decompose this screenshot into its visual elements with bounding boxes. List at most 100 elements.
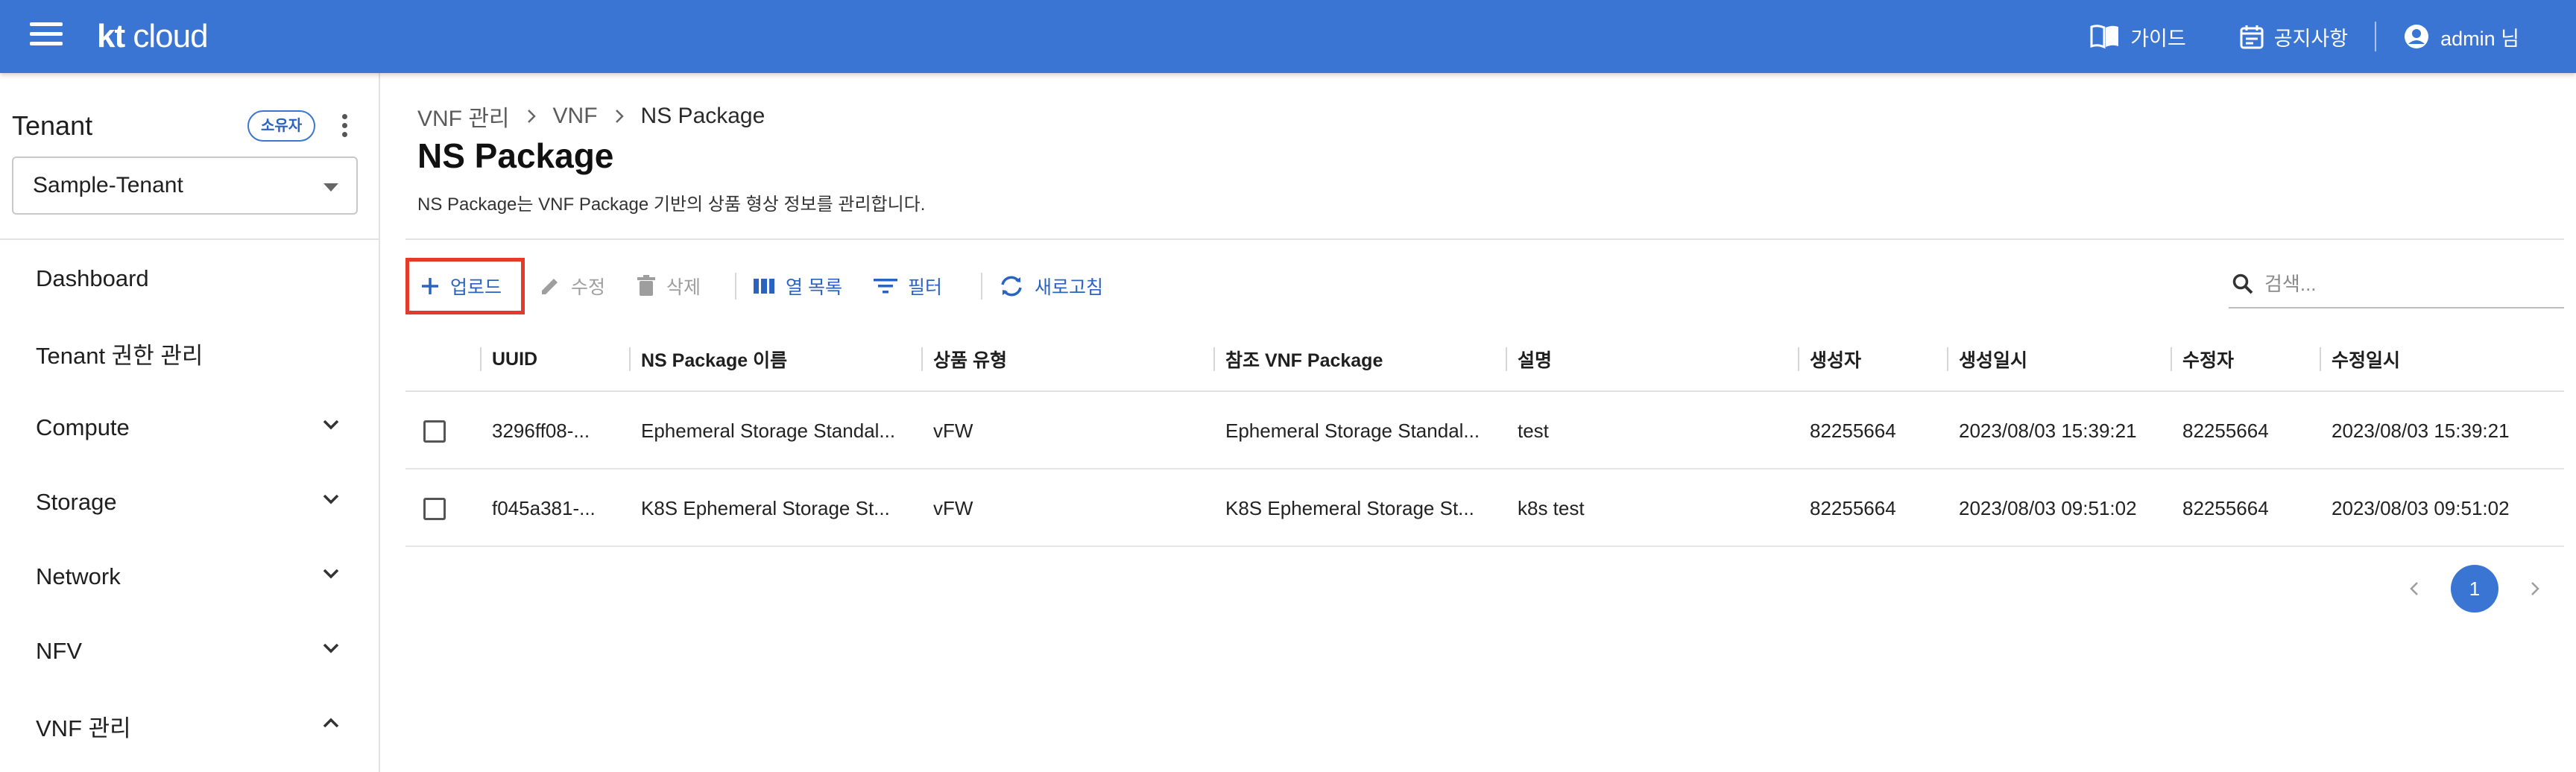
sidebar-item-dashboard[interactable]: Dashboard bbox=[0, 241, 379, 316]
dropdown-arrow-icon bbox=[323, 183, 338, 192]
user-menu[interactable]: admin 님 bbox=[2376, 22, 2546, 51]
guide-label: 가이드 bbox=[2130, 27, 2186, 50]
column-header-created-at[interactable]: 생성일시 bbox=[1947, 326, 2171, 392]
guide-link[interactable]: 가이드 bbox=[2063, 22, 2213, 51]
view-column-icon bbox=[754, 279, 774, 294]
tenant-header: Tenant 소유자 bbox=[12, 107, 362, 145]
prev-page-button[interactable] bbox=[2403, 578, 2425, 600]
pencil-icon bbox=[542, 279, 558, 294]
notice-label: 공지사항 bbox=[2273, 27, 2349, 50]
column-header-creator[interactable]: 생성자 bbox=[1798, 326, 1947, 392]
main-content: VNF 관리 VNF NS Package NS Package NS Pack… bbox=[382, 73, 2576, 772]
sidebar-item-label: Compute bbox=[36, 414, 130, 440]
toolbar-divider bbox=[981, 273, 982, 300]
cell-description: test bbox=[1518, 419, 1549, 442]
pagination: 1 bbox=[2403, 565, 2546, 613]
cell-product-type: vFW bbox=[933, 419, 973, 442]
sidebar-item-vnf-management[interactable]: VNF 관리 bbox=[0, 689, 379, 763]
sidebar-item-label: NFV bbox=[36, 638, 82, 664]
cell-created-at: 2023/08/03 09:51:02 bbox=[1959, 496, 2137, 519]
kt-cloud-logo[interactable]: kt cloud bbox=[97, 16, 209, 57]
columns-button[interactable]: 열 목록 bbox=[753, 258, 842, 314]
sidebar-item-label: Dashboard bbox=[36, 265, 149, 291]
filter-label: 필터 bbox=[908, 277, 943, 298]
sidebar-item-tenant-permission[interactable]: Tenant 권한 관리 bbox=[0, 316, 379, 390]
user-label: admin 님 bbox=[2440, 27, 2519, 50]
chevron-down-icon bbox=[323, 569, 339, 579]
sidebar-item-label: VNF 관리 bbox=[36, 715, 131, 741]
search-icon bbox=[2232, 273, 2253, 294]
logo-cloud: cloud bbox=[133, 18, 208, 54]
table-row[interactable]: 3296ff08-... Ephemeral Storage Standal..… bbox=[405, 392, 2564, 469]
cell-creator: 82255664 bbox=[1810, 419, 1896, 442]
cell-description: k8s test bbox=[1518, 496, 1585, 519]
toolbar-divider bbox=[735, 273, 736, 300]
sidebar-item-nfv[interactable]: NFV bbox=[0, 614, 379, 689]
chevron-down-icon bbox=[323, 494, 339, 504]
notice-link[interactable]: 공지사항 bbox=[2213, 22, 2375, 51]
cell-uuid: 3296ff08-... bbox=[492, 419, 590, 442]
filter-button[interactable]: 필터 bbox=[874, 258, 942, 314]
columns-label: 열 목록 bbox=[786, 277, 842, 298]
column-header-modifier[interactable]: 수정자 bbox=[2171, 326, 2320, 392]
upload-label: 업로드 bbox=[450, 277, 502, 298]
logo-kt: kt bbox=[97, 18, 125, 54]
page-number-button[interactable]: 1 bbox=[2451, 565, 2498, 613]
edit-button[interactable]: 수정 bbox=[540, 258, 605, 314]
column-header-product-type[interactable]: 상품 유형 bbox=[921, 326, 1213, 392]
more-vert-icon[interactable] bbox=[334, 112, 355, 142]
trash-icon bbox=[637, 275, 655, 296]
content-divider bbox=[405, 238, 2564, 240]
row-checkbox[interactable] bbox=[423, 498, 446, 520]
cell-ref-vnf-package: Ephemeral Storage Standal... bbox=[1225, 419, 1480, 442]
column-header-description[interactable]: 설명 bbox=[1506, 326, 1798, 392]
chevron-up-icon bbox=[323, 718, 339, 728]
next-page-button[interactable] bbox=[2524, 578, 2546, 600]
upload-button[interactable]: 업로드 bbox=[420, 258, 502, 314]
table-header: UUID NS Package 이름 상품 유형 참조 VNF Package … bbox=[405, 326, 2564, 392]
column-header-ns-package-name[interactable]: NS Package 이름 bbox=[629, 326, 921, 392]
sidebar-item-storage[interactable]: Storage bbox=[0, 465, 379, 540]
column-header-ref-vnf-package[interactable]: 참조 VNF Package bbox=[1213, 326, 1506, 392]
cell-product-type: vFW bbox=[933, 496, 973, 519]
sidebar: Tenant 소유자 Sample-Tenant Dashboard Tenan… bbox=[0, 73, 380, 772]
column-header-modified-at[interactable]: 수정일시 bbox=[2320, 326, 2564, 392]
calendar-icon bbox=[2240, 25, 2264, 49]
sidebar-item-compute[interactable]: Compute bbox=[0, 390, 379, 465]
delete-label: 삭제 bbox=[666, 277, 701, 298]
cell-ns-package-name: Ephemeral Storage Standal... bbox=[641, 419, 896, 442]
chevron-down-icon bbox=[323, 420, 339, 430]
account-icon bbox=[2405, 25, 2429, 48]
menu-icon[interactable] bbox=[30, 22, 63, 51]
tenant-title: Tenant bbox=[12, 110, 93, 141]
refresh-icon bbox=[1001, 276, 1022, 297]
page-title: NS Package bbox=[417, 136, 614, 175]
table-row[interactable]: f045a381-... K8S Ephemeral Storage St...… bbox=[405, 469, 2564, 547]
app-bar: kt cloud 가이드 공지사항 admin 님 bbox=[0, 0, 2576, 73]
ns-package-table: UUID NS Package 이름 상품 유형 참조 VNF Package … bbox=[405, 326, 2564, 547]
delete-button[interactable]: 삭제 bbox=[637, 258, 701, 314]
cell-modified-at: 2023/08/03 15:39:21 bbox=[2332, 419, 2510, 442]
chevron-right-icon bbox=[527, 110, 536, 123]
owner-badge: 소유자 bbox=[247, 110, 316, 142]
sidebar-item-network[interactable]: Network bbox=[0, 540, 379, 614]
sidebar-item-label: Network bbox=[36, 563, 121, 589]
search-box bbox=[2229, 261, 2564, 309]
breadcrumb-item[interactable]: VNF 관리 bbox=[417, 100, 510, 133]
cell-ns-package-name: K8S Ephemeral Storage St... bbox=[641, 496, 890, 519]
tenant-select-value: Sample-Tenant bbox=[33, 173, 183, 197]
refresh-button[interactable]: 새로고침 bbox=[999, 258, 1103, 314]
cell-modifier: 82255664 bbox=[2182, 496, 2269, 519]
column-header-uuid[interactable]: UUID bbox=[480, 326, 629, 392]
row-checkbox[interactable] bbox=[423, 420, 446, 443]
toolbar: 업로드 수정 삭제 열 목록 필터 새로고침 bbox=[405, 258, 2564, 314]
sidebar-divider bbox=[0, 238, 379, 240]
tenant-select[interactable]: Sample-Tenant bbox=[12, 156, 358, 215]
cell-uuid: f045a381-... bbox=[492, 496, 596, 519]
breadcrumb-item[interactable]: VNF bbox=[553, 104, 598, 129]
sidebar-item-label: Tenant 권한 관리 bbox=[36, 342, 203, 369]
search-input[interactable] bbox=[2264, 272, 2533, 296]
page-description: NS Package는 VNF Package 기반의 상품 형상 정보를 관리… bbox=[417, 194, 926, 215]
chevron-down-icon bbox=[323, 643, 339, 654]
chevron-right-icon bbox=[2531, 582, 2539, 595]
